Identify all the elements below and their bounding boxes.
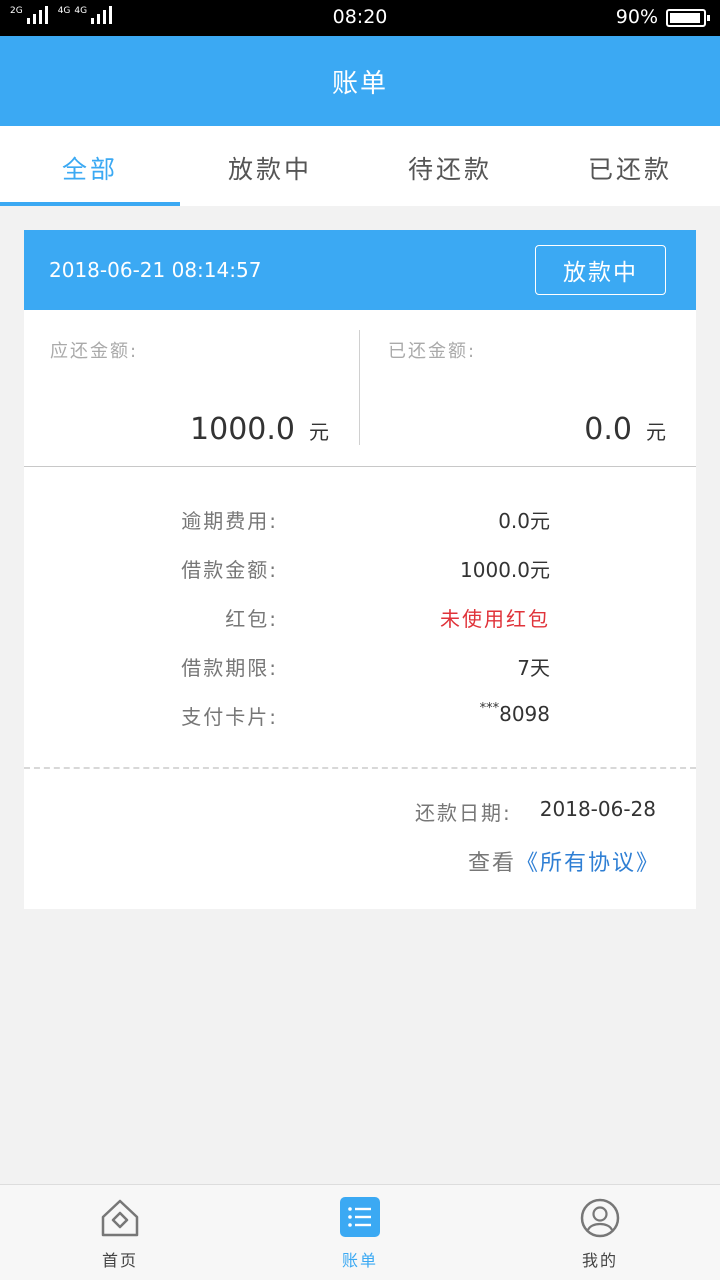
paid-amount-value: 0.0 — [584, 412, 632, 447]
bill-status-badge[interactable]: 放款中 — [535, 245, 666, 295]
loan-amount-value: 1000.0元 — [460, 558, 550, 582]
due-amount-unit: 元 — [309, 420, 329, 444]
agreement-row: 查看《所有协议》 — [468, 845, 660, 877]
battery-percent: 90% — [615, 6, 658, 28]
bottom-nav: 首页 账单 我的 — [0, 1184, 720, 1280]
agreement-prefix: 查看 — [467, 851, 516, 876]
paid-amount-label: 已还金额: — [388, 341, 477, 362]
payment-card-mask: *** — [479, 701, 500, 716]
status-bar: 2G 4G 4G 08:20 90% — [0, 0, 720, 36]
bill-list-icon — [340, 1197, 380, 1241]
loan-term-value: 7天 — [517, 656, 550, 680]
overdue-fee-label: 逾期费用: — [181, 509, 278, 533]
filter-tabs: 全部 放款中 待还款 已还款 — [0, 126, 720, 206]
detail-row-payment-card: 支付卡片: ***8098 — [24, 701, 696, 731]
bill-card[interactable]: 2018-06-21 08:14:57 放款中 应还金额: 1000.0 元 已… — [24, 230, 696, 909]
detail-row-red-packet: 红包: 未使用红包 — [24, 603, 696, 633]
paid-amount-section: 已还金额: 0.0 元 — [359, 330, 696, 447]
paid-amount-unit: 元 — [646, 420, 666, 444]
nav-bills-label: 账单 — [341, 1251, 378, 1270]
detail-row-loan-amount: 借款金额: 1000.0元 — [24, 554, 696, 584]
bill-card-header: 2018-06-21 08:14:57 放款中 — [24, 230, 696, 310]
tab-pending-repayment[interactable]: 待还款 — [360, 126, 540, 206]
due-amount-label: 应还金额: — [50, 341, 139, 362]
tab-all[interactable]: 全部 — [0, 126, 180, 206]
loan-amount-label: 借款金额: — [181, 558, 278, 582]
repay-date-value: 2018-06-28 — [539, 797, 656, 821]
user-profile-icon — [579, 1197, 621, 1243]
nav-bills[interactable]: 账单 — [240, 1185, 480, 1280]
repay-date-row: 还款日期: 2018-06-28 — [415, 797, 656, 826]
red-packet-value: 未使用红包 — [440, 607, 550, 631]
detail-row-loan-term: 借款期限: 7天 — [24, 652, 696, 682]
due-amount-value: 1000.0 — [190, 412, 295, 447]
battery-icon — [666, 9, 710, 27]
overdue-fee-value: 0.0元 — [498, 509, 550, 533]
agreements-link[interactable]: 《所有协议》 — [516, 851, 660, 876]
bill-details: 逾期费用: 0.0元 借款金额: 1000.0元 红包: 未使用红包 借款期限:… — [24, 467, 696, 769]
home-icon — [99, 1197, 141, 1243]
red-packet-label: 红包: — [225, 607, 278, 631]
bill-footer: 还款日期: 2018-06-28 查看《所有协议》 — [24, 769, 696, 909]
loan-term-label: 借款期限: — [181, 656, 278, 680]
page-title: 账单 — [0, 36, 720, 126]
detail-row-overdue-fee: 逾期费用: 0.0元 — [24, 505, 696, 535]
paid-amount-value-group: 0.0 元 — [584, 412, 666, 447]
repay-date-label: 还款日期: — [415, 801, 512, 825]
tab-repaid[interactable]: 已还款 — [540, 126, 720, 206]
payment-card-label: 支付卡片: — [181, 705, 278, 729]
nav-home[interactable]: 首页 — [0, 1185, 240, 1280]
due-amount-section: 应还金额: 1000.0 元 — [24, 310, 359, 466]
amount-summary: 应还金额: 1000.0 元 已还金额: 0.0 元 — [24, 310, 696, 467]
clock: 08:20 — [332, 6, 388, 28]
tab-disbursing[interactable]: 放款中 — [180, 126, 360, 206]
due-amount-value-group: 1000.0 元 — [190, 412, 329, 447]
payment-card-value-group: ***8098 — [480, 701, 550, 726]
nav-home-label: 首页 — [101, 1251, 138, 1270]
nav-mine-label: 我的 — [581, 1251, 618, 1270]
bill-datetime: 2018-06-21 08:14:57 — [49, 258, 262, 282]
payment-card-last-digits: 8098 — [499, 702, 550, 726]
nav-mine[interactable]: 我的 — [480, 1185, 720, 1280]
